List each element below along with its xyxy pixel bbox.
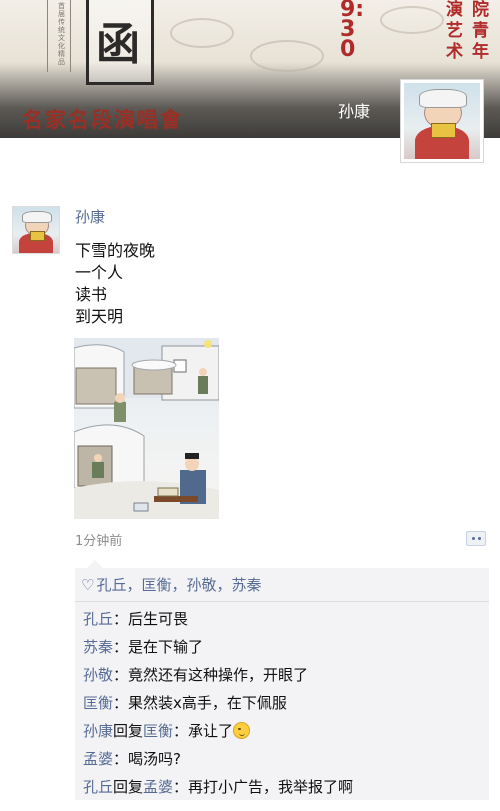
post-text-line: 下雪的夜晚: [75, 241, 156, 260]
cover-emblem-glyph: 函: [96, 19, 140, 70]
comment-author[interactable]: 孙康: [83, 722, 113, 740]
divider-line: [47, 0, 48, 72]
like-name[interactable]: 孙敬: [187, 574, 217, 595]
cover-banner-title: 名家名段演唱會: [22, 107, 183, 132]
cloud-decoration: [380, 6, 444, 34]
likes-row: ♡ 孔丘， 匡衡， 孙敬， 苏秦: [75, 568, 489, 601]
reply-word: 回复: [113, 722, 144, 740]
reply-target[interactable]: 孟婆: [143, 778, 173, 796]
comment-text: ：后生可畏: [113, 610, 189, 628]
separator: ，: [126, 576, 142, 594]
profile-avatar[interactable]: [400, 79, 484, 163]
comment-item[interactable]: 孙康回复匡衡：承让了: [75, 717, 489, 745]
snow-reading-illustration: [74, 338, 219, 519]
separator: ，: [216, 576, 232, 594]
post-image[interactable]: [74, 338, 219, 519]
cover-vertical-text: 首届传统文化精品: [58, 2, 65, 66]
cloud-decoration: [250, 40, 324, 72]
like-name[interactable]: 苏秦: [232, 574, 262, 595]
comment-text: ：果然装x高手，在下佩服: [113, 694, 287, 712]
cover-red-text: 演艺术: [446, 0, 463, 62]
post-author-name[interactable]: 孙康: [75, 206, 105, 227]
post-text-line: 读书: [75, 285, 108, 304]
comment-item[interactable]: 孔丘：后生可畏: [75, 605, 489, 633]
comment-text: ：喝汤吗?: [113, 750, 181, 768]
reply-word: 回复: [113, 778, 144, 796]
avatar-image: [13, 207, 59, 253]
post-timestamp: 1分钟前: [75, 534, 123, 549]
cloud-decoration: [170, 18, 234, 48]
post-text-line: 到天明: [75, 307, 124, 326]
wink-emoji-icon: [233, 722, 251, 739]
comment-text: ：再打小广告，我举报了啊: [173, 778, 354, 796]
comment-item[interactable]: 苏秦：是在下输了: [75, 633, 489, 661]
comment-author[interactable]: 孔丘: [83, 610, 113, 628]
comment-author[interactable]: 匡衡: [83, 694, 113, 712]
comment-text: ：竟然还有这种操作，开眼了: [113, 666, 309, 684]
post-text-line: 一个人: [75, 263, 124, 282]
heart-icon: ♡: [81, 575, 95, 594]
comment-author[interactable]: 孔丘: [83, 778, 113, 796]
like-name[interactable]: 孔丘: [96, 574, 126, 595]
comment-author[interactable]: 孟婆: [83, 750, 113, 768]
post-author-avatar[interactable]: [12, 206, 60, 254]
cover-time-text: 9:30: [340, 0, 365, 62]
avatar-image: [404, 83, 480, 159]
comment-more-button[interactable]: [466, 531, 486, 546]
comment-author[interactable]: 苏秦: [83, 638, 113, 656]
divider-line: [70, 0, 71, 72]
comment-box: ♡ 孔丘， 匡衡， 孙敬， 苏秦 孔丘：后生可畏 苏秦：是在下输了 孙敬：竟然还…: [75, 560, 489, 801]
comment-item[interactable]: 匡衡：果然装x高手，在下佩服: [75, 689, 489, 717]
comment-item[interactable]: 孟婆：喝汤吗?: [75, 745, 489, 773]
comment-text: ：是在下输了: [113, 638, 204, 656]
comment-item[interactable]: 孔丘回复孟婆：再打小广告，我举报了啊: [75, 773, 489, 801]
post-text: 下雪的夜晚 一个人 读书 到天明: [75, 240, 155, 328]
comment-author[interactable]: 孙敬: [83, 666, 113, 684]
comment-text: ：承让了: [173, 722, 234, 740]
comment-list: 孔丘：后生可畏 苏秦：是在下输了 孙敬：竟然还有这种操作，开眼了 匡衡：果然装x…: [75, 602, 489, 801]
comment-item[interactable]: 孙敬：竟然还有这种操作，开眼了: [75, 661, 489, 689]
like-name[interactable]: 匡衡: [141, 574, 171, 595]
separator: ，: [171, 576, 187, 594]
reply-target[interactable]: 匡衡: [143, 722, 173, 740]
profile-name[interactable]: 孙康: [338, 98, 370, 122]
cover-red-text: 院青年: [472, 0, 489, 62]
